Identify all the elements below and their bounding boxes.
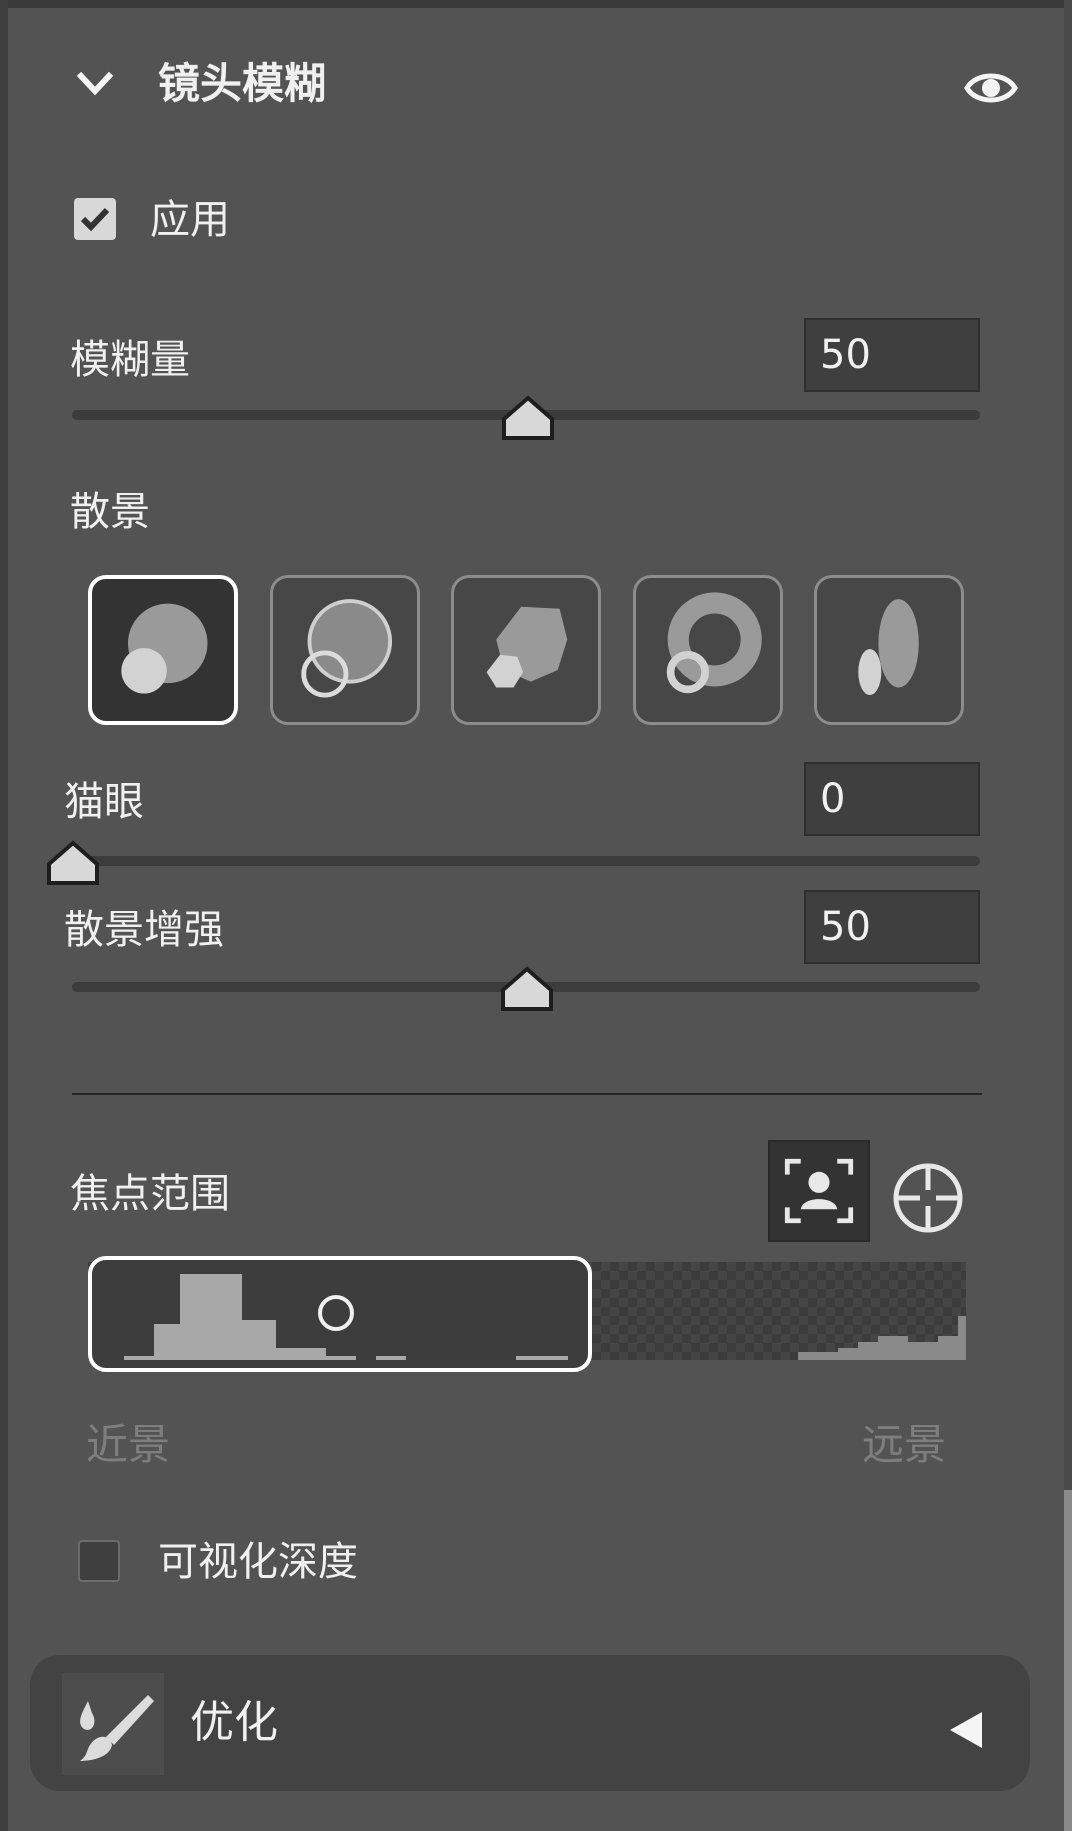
- visualize-depth-checkbox[interactable]: [78, 1540, 120, 1582]
- bokeh-shape-donut-button[interactable]: [633, 575, 783, 725]
- apply-label: 应用: [150, 197, 230, 243]
- cat-eye-label: 猫眼: [64, 779, 144, 825]
- bokeh-shape-blade-button[interactable]: [451, 575, 601, 725]
- focus-range-label: 焦点范围: [70, 1171, 230, 1217]
- visualize-depth-label: 可视化深度: [158, 1539, 358, 1585]
- eye-icon[interactable]: [964, 66, 1018, 110]
- panel-left-edge: [0, 0, 8, 1831]
- cat-eye-slider-track[interactable]: [72, 856, 980, 866]
- chevron-down-icon[interactable]: [75, 64, 115, 104]
- bokeh-shape-oval-icon: [858, 599, 919, 696]
- brush-icon: [80, 1695, 154, 1761]
- face-focus-icon: [784, 1158, 854, 1224]
- bokeh-shape-ring-button[interactable]: [270, 575, 420, 725]
- blur-amount-input[interactable]: 50: [804, 318, 980, 392]
- bokeh-boost-label: 散景增强: [64, 907, 224, 953]
- bokeh-shape-donut-icon: [666, 592, 762, 694]
- far-label: 远景: [862, 1420, 947, 1469]
- crosshair-icon[interactable]: [890, 1160, 966, 1236]
- refine-label: 优化: [190, 1697, 278, 1748]
- depth-histogram: [124, 1274, 966, 1360]
- section-title: 镜头模糊: [158, 59, 327, 108]
- section-divider: [72, 1093, 982, 1095]
- bokeh-boost-input[interactable]: 50: [804, 890, 980, 964]
- bokeh-label: 散景: [70, 489, 150, 535]
- cat-eye-input[interactable]: 0: [804, 762, 980, 836]
- bokeh-shape-round-icon: [121, 603, 208, 694]
- bokeh-boost-slider-thumb[interactable]: [500, 966, 554, 1012]
- checkmark-icon: [80, 207, 110, 232]
- scrollbar-thumb[interactable]: [1064, 1490, 1072, 1831]
- triangle-left-icon[interactable]: [946, 1708, 986, 1752]
- brush-icon-box: [62, 1673, 164, 1775]
- blur-amount-label: 模糊量: [70, 337, 190, 383]
- bokeh-shape-ring-icon: [301, 599, 393, 698]
- face-focus-button[interactable]: [768, 1140, 870, 1242]
- near-label: 近景: [86, 1420, 171, 1469]
- apply-checkbox[interactable]: [74, 198, 116, 240]
- blur-amount-slider-thumb[interactable]: [501, 395, 555, 441]
- bokeh-shape-oval-button[interactable]: [814, 575, 964, 725]
- refine-section-header[interactable]: [30, 1655, 1030, 1791]
- bokeh-shape-blade-icon: [486, 606, 568, 688]
- cat-eye-slider-thumb[interactable]: [46, 840, 100, 886]
- panel-top-border: [0, 0, 1072, 8]
- bokeh-shape-round-button[interactable]: [88, 575, 238, 725]
